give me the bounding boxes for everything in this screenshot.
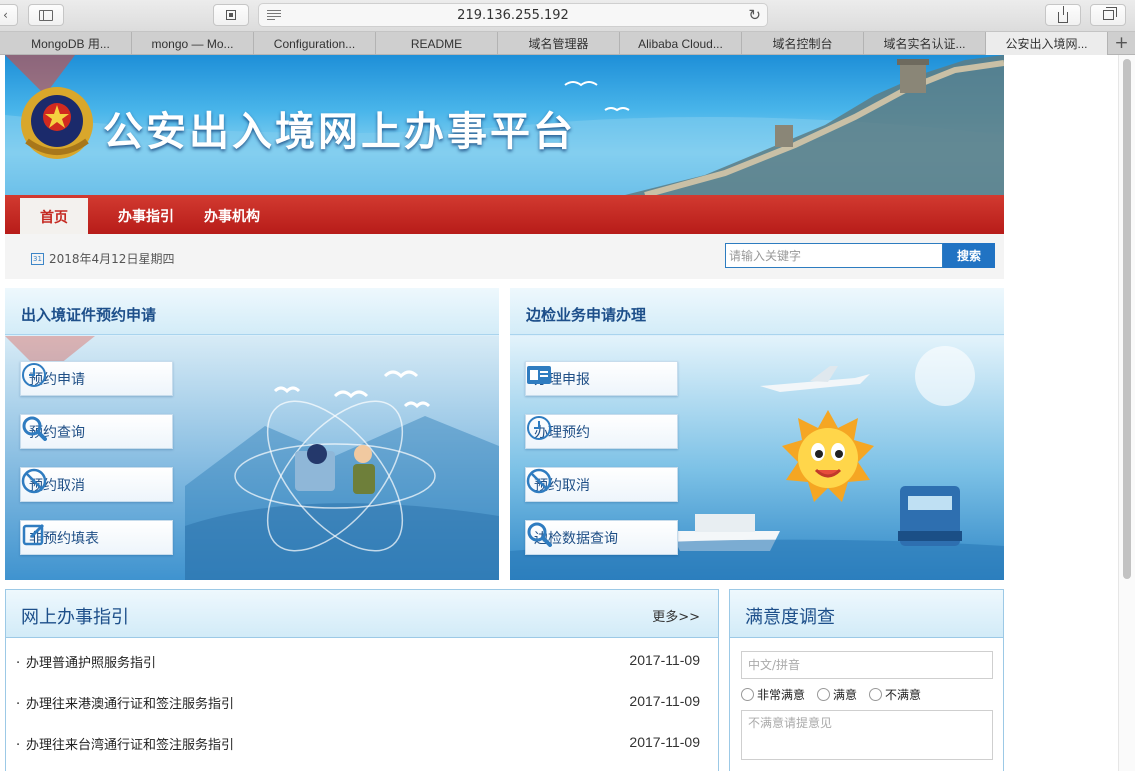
browser-tab[interactable]: 域名控制台 bbox=[742, 32, 864, 55]
survey-title: 满意度调查 bbox=[745, 607, 835, 628]
tab-bar: MongoDB 用... mongo — Mo... Configuration… bbox=[0, 32, 1135, 55]
guide-item-date: 2017-11-09 bbox=[629, 693, 700, 709]
satisfaction-options: 非常满意 满意 不满意 bbox=[741, 686, 933, 703]
satisfaction-survey-box: 满意度调查 非常满意 满意 不满意 bbox=[729, 589, 1004, 771]
clock-icon bbox=[22, 363, 46, 387]
radio-very-satisfied[interactable]: 非常满意 bbox=[741, 686, 805, 703]
police-emblem-icon bbox=[21, 87, 93, 159]
cancel-icon bbox=[526, 468, 552, 494]
edit-icon bbox=[22, 523, 45, 546]
browser-tab[interactable]: 域名实名认证... bbox=[864, 32, 986, 55]
browser-tab[interactable]: mongo — Mo... bbox=[132, 32, 254, 55]
border-data-query-button[interactable]: 边检数据查询 bbox=[525, 520, 678, 555]
survey-name-input[interactable] bbox=[741, 651, 993, 679]
address-text: 219.136.255.192 bbox=[457, 8, 569, 23]
survey-header: 满意度调查 bbox=[730, 590, 1003, 638]
border-cancel-button[interactable]: 预约取消 bbox=[525, 467, 678, 502]
more-link[interactable]: 更多>> bbox=[652, 606, 700, 625]
main-nav: 首页 办事指引 办事机构 bbox=[5, 195, 1004, 234]
cancel-icon bbox=[21, 468, 47, 494]
guide-item-title[interactable]: 办理往来港澳通行证和签注服务指引 bbox=[26, 697, 234, 712]
survey-comment-textarea[interactable] bbox=[741, 710, 993, 760]
id-card-icon bbox=[527, 366, 551, 384]
back-button[interactable]: ‹ bbox=[0, 4, 18, 26]
vertical-scrollbar[interactable] bbox=[1118, 55, 1135, 771]
list-item[interactable]: · 办理普通护照服务指引 2017-11-09 bbox=[16, 652, 700, 678]
border-inspection-panel: 边检业务申请办理 办理申报 办理预约 预约取消 边检数据查询 bbox=[510, 288, 1004, 580]
appointment-query-button[interactable]: 预约查询 bbox=[20, 414, 173, 449]
browser-tab[interactable]: MongoDB 用... bbox=[10, 32, 132, 55]
panel-body: 办理申报 办理预约 预约取消 边检数据查询 bbox=[510, 336, 1004, 580]
share-button[interactable] bbox=[1045, 4, 1081, 26]
browser-tab-active[interactable]: 公安出入境网... bbox=[986, 32, 1108, 55]
nav-item-offices[interactable]: 办事机构 bbox=[204, 206, 260, 226]
guide-item-title[interactable]: 办理普通护照服务指引 bbox=[26, 656, 156, 671]
radio-satisfied[interactable]: 满意 bbox=[817, 686, 857, 703]
nav-item-home[interactable]: 首页 bbox=[20, 198, 88, 234]
square-icon bbox=[226, 10, 236, 20]
guide-header: 网上办事指引 更多>> bbox=[6, 590, 718, 638]
search-icon bbox=[22, 416, 47, 441]
site-title: 公安出入境网上办事平台 bbox=[103, 109, 576, 155]
walk-in-form-button[interactable]: 非预约填表 bbox=[20, 520, 173, 555]
search-button[interactable]: 搜索 bbox=[943, 243, 995, 268]
search-input[interactable] bbox=[725, 243, 943, 268]
declare-button[interactable]: 办理申报 bbox=[525, 361, 678, 396]
radio-label: 满意 bbox=[833, 688, 858, 702]
radio-circle[interactable] bbox=[817, 688, 831, 701]
search-icon bbox=[527, 522, 552, 547]
passport-appointment-panel: 出入境证件预约申请 预约申请 预约查询 预约取消 非预约填表 bbox=[5, 288, 499, 580]
guide-item-date: 2017-11-09 bbox=[629, 734, 700, 750]
guide-item-date: 2017-11-09 bbox=[629, 652, 700, 668]
radio-label: 不满意 bbox=[885, 688, 922, 702]
appointment-cancel-button[interactable]: 预约取消 bbox=[20, 467, 173, 502]
guide-item-title[interactable]: 办理往来台湾通行证和签注服务指引 bbox=[26, 738, 234, 753]
radio-circle[interactable] bbox=[741, 688, 754, 701]
date-text: 2018年4月12日星期四 bbox=[49, 252, 175, 266]
tabs-overview-button[interactable] bbox=[1090, 4, 1126, 26]
appointment-apply-button[interactable]: 预约申请 bbox=[20, 361, 173, 396]
current-date: 31 2018年4月12日星期四 bbox=[31, 250, 174, 267]
radio-unsatisfied[interactable]: 不满意 bbox=[869, 686, 921, 703]
sidebar-icon bbox=[39, 9, 53, 21]
handle-appointment-button[interactable]: 办理预约 bbox=[525, 414, 678, 449]
panel-header: 边检业务申请办理 bbox=[510, 288, 1004, 335]
info-bar: 31 2018年4月12日星期四 搜索 bbox=[5, 234, 1004, 279]
sidebar-toggle-button[interactable] bbox=[28, 4, 64, 26]
new-tab-button[interactable]: + bbox=[1108, 32, 1135, 54]
reload-icon[interactable]: ↻ bbox=[748, 6, 761, 24]
radio-label: 非常满意 bbox=[757, 688, 806, 702]
browser-tab[interactable]: 域名管理器 bbox=[498, 32, 620, 55]
nav-item-guide[interactable]: 办事指引 bbox=[118, 206, 174, 226]
panel-title: 出入境证件预约申请 bbox=[21, 306, 157, 324]
calendar-icon: 31 bbox=[31, 252, 44, 265]
browser-tab[interactable]: Alibaba Cloud... bbox=[620, 32, 742, 55]
share-icon bbox=[1058, 5, 1068, 23]
list-item[interactable]: · 办理往来台湾通行证和签注服务指引 2017-11-09 bbox=[16, 734, 700, 760]
panel-body: 预约申请 预约查询 预约取消 非预约填表 bbox=[5, 336, 499, 580]
scrollbar-thumb[interactable] bbox=[1123, 59, 1131, 579]
browser-toolbar: ‹ 219.136.255.192 ↻ bbox=[0, 0, 1135, 32]
header-banner: 公安出入境网上办事平台 bbox=[5, 55, 1004, 195]
panel-header: 出入境证件预约申请 bbox=[5, 288, 499, 335]
browser-tab[interactable]: Configuration... bbox=[254, 32, 376, 55]
online-guide-box: 网上办事指引 更多>> · 办理普通护照服务指引 2017-11-09 · 办理往来… bbox=[5, 589, 719, 771]
reader-view-button[interactable] bbox=[213, 4, 249, 26]
tabs-icon bbox=[1102, 7, 1117, 20]
clock-icon bbox=[527, 416, 551, 440]
list-item[interactable]: · 办理往来港澳通行证和签注服务指引 2017-11-09 bbox=[16, 693, 700, 719]
panel-title: 边检业务申请办理 bbox=[526, 306, 647, 324]
guide-title: 网上办事指引 bbox=[21, 607, 129, 628]
radio-circle[interactable] bbox=[869, 688, 883, 701]
address-bar[interactable]: 219.136.255.192 ↻ bbox=[258, 3, 768, 27]
browser-tab[interactable]: README bbox=[376, 32, 498, 55]
